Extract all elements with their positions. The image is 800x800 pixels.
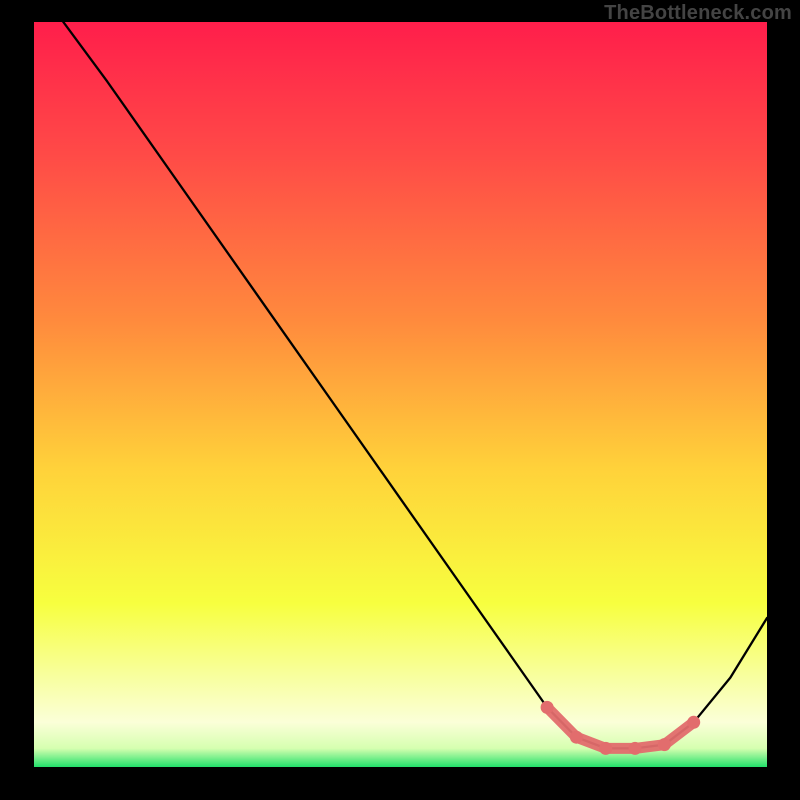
chart-container: TheBottleneck.com	[0, 0, 800, 800]
watermark-text: TheBottleneck.com	[604, 2, 792, 25]
bottleneck-chart	[34, 22, 767, 767]
plot-frame	[34, 22, 767, 767]
